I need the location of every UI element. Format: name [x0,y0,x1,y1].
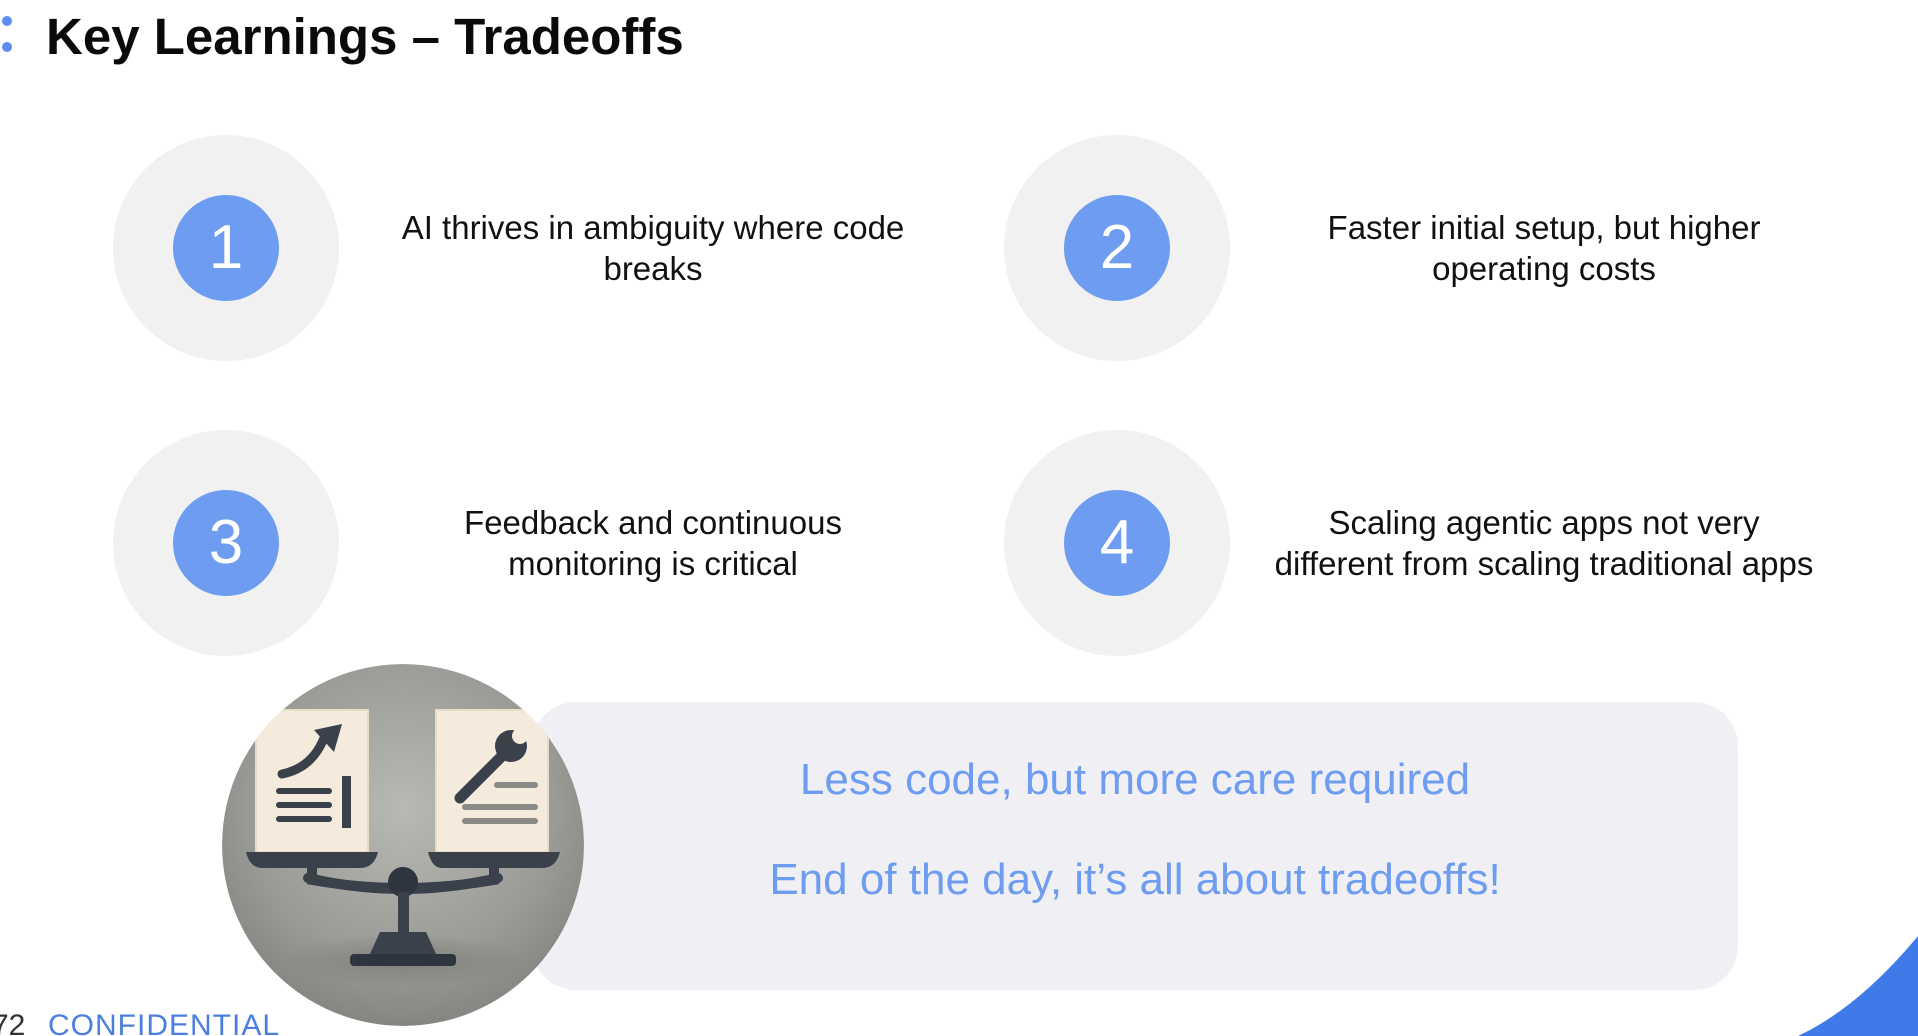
number-badge: 1 [173,195,279,301]
title-bullet-dots [2,12,12,56]
number-badge-backdrop: 2 [1004,135,1230,361]
tagline-tradeoffs: End of the day, it’s all about tradeoffs… [769,855,1501,904]
number-badge-backdrop: 1 [113,135,339,361]
learning-text: AI thrives in ambiguity where code break… [401,209,905,287]
number-badge: 4 [1064,490,1170,596]
learning-text: Feedback and continuous monitoring is cr… [464,504,842,582]
learning-item-1: 1 AI thrives in ambiguity where code bre… [113,135,1013,361]
learning-item-4: 4 Scaling agentic apps not very differen… [1004,430,1904,656]
learning-item-2: 2 Faster initial setup, but higher opera… [1004,135,1904,361]
slide: Key Learnings – Tradeoffs 1 AI thrives i… [0,0,1918,1036]
learning-item-3: 3 Feedback and continuous monitoring is … [113,430,1013,656]
balance-scale-icon [222,664,584,1026]
number-badge: 2 [1064,195,1170,301]
page-number: 72 [0,1009,26,1036]
number-badge-backdrop: 3 [113,430,339,656]
corner-accent-shape [1798,936,1918,1036]
number-badge-backdrop: 4 [1004,430,1230,656]
slide-title: Key Learnings – Tradeoffs [46,8,684,65]
confidential-label: CONFIDENTIAL [48,1009,281,1036]
learning-text: Scaling agentic apps not very different … [1274,504,1814,582]
tagline-care-required: Less code, but more care required [799,755,1471,804]
learning-text: Faster initial setup, but higher operati… [1327,209,1761,287]
number-badge: 3 [173,490,279,596]
tradeoff-message-box: Less code, but more care required End of… [532,702,1738,990]
